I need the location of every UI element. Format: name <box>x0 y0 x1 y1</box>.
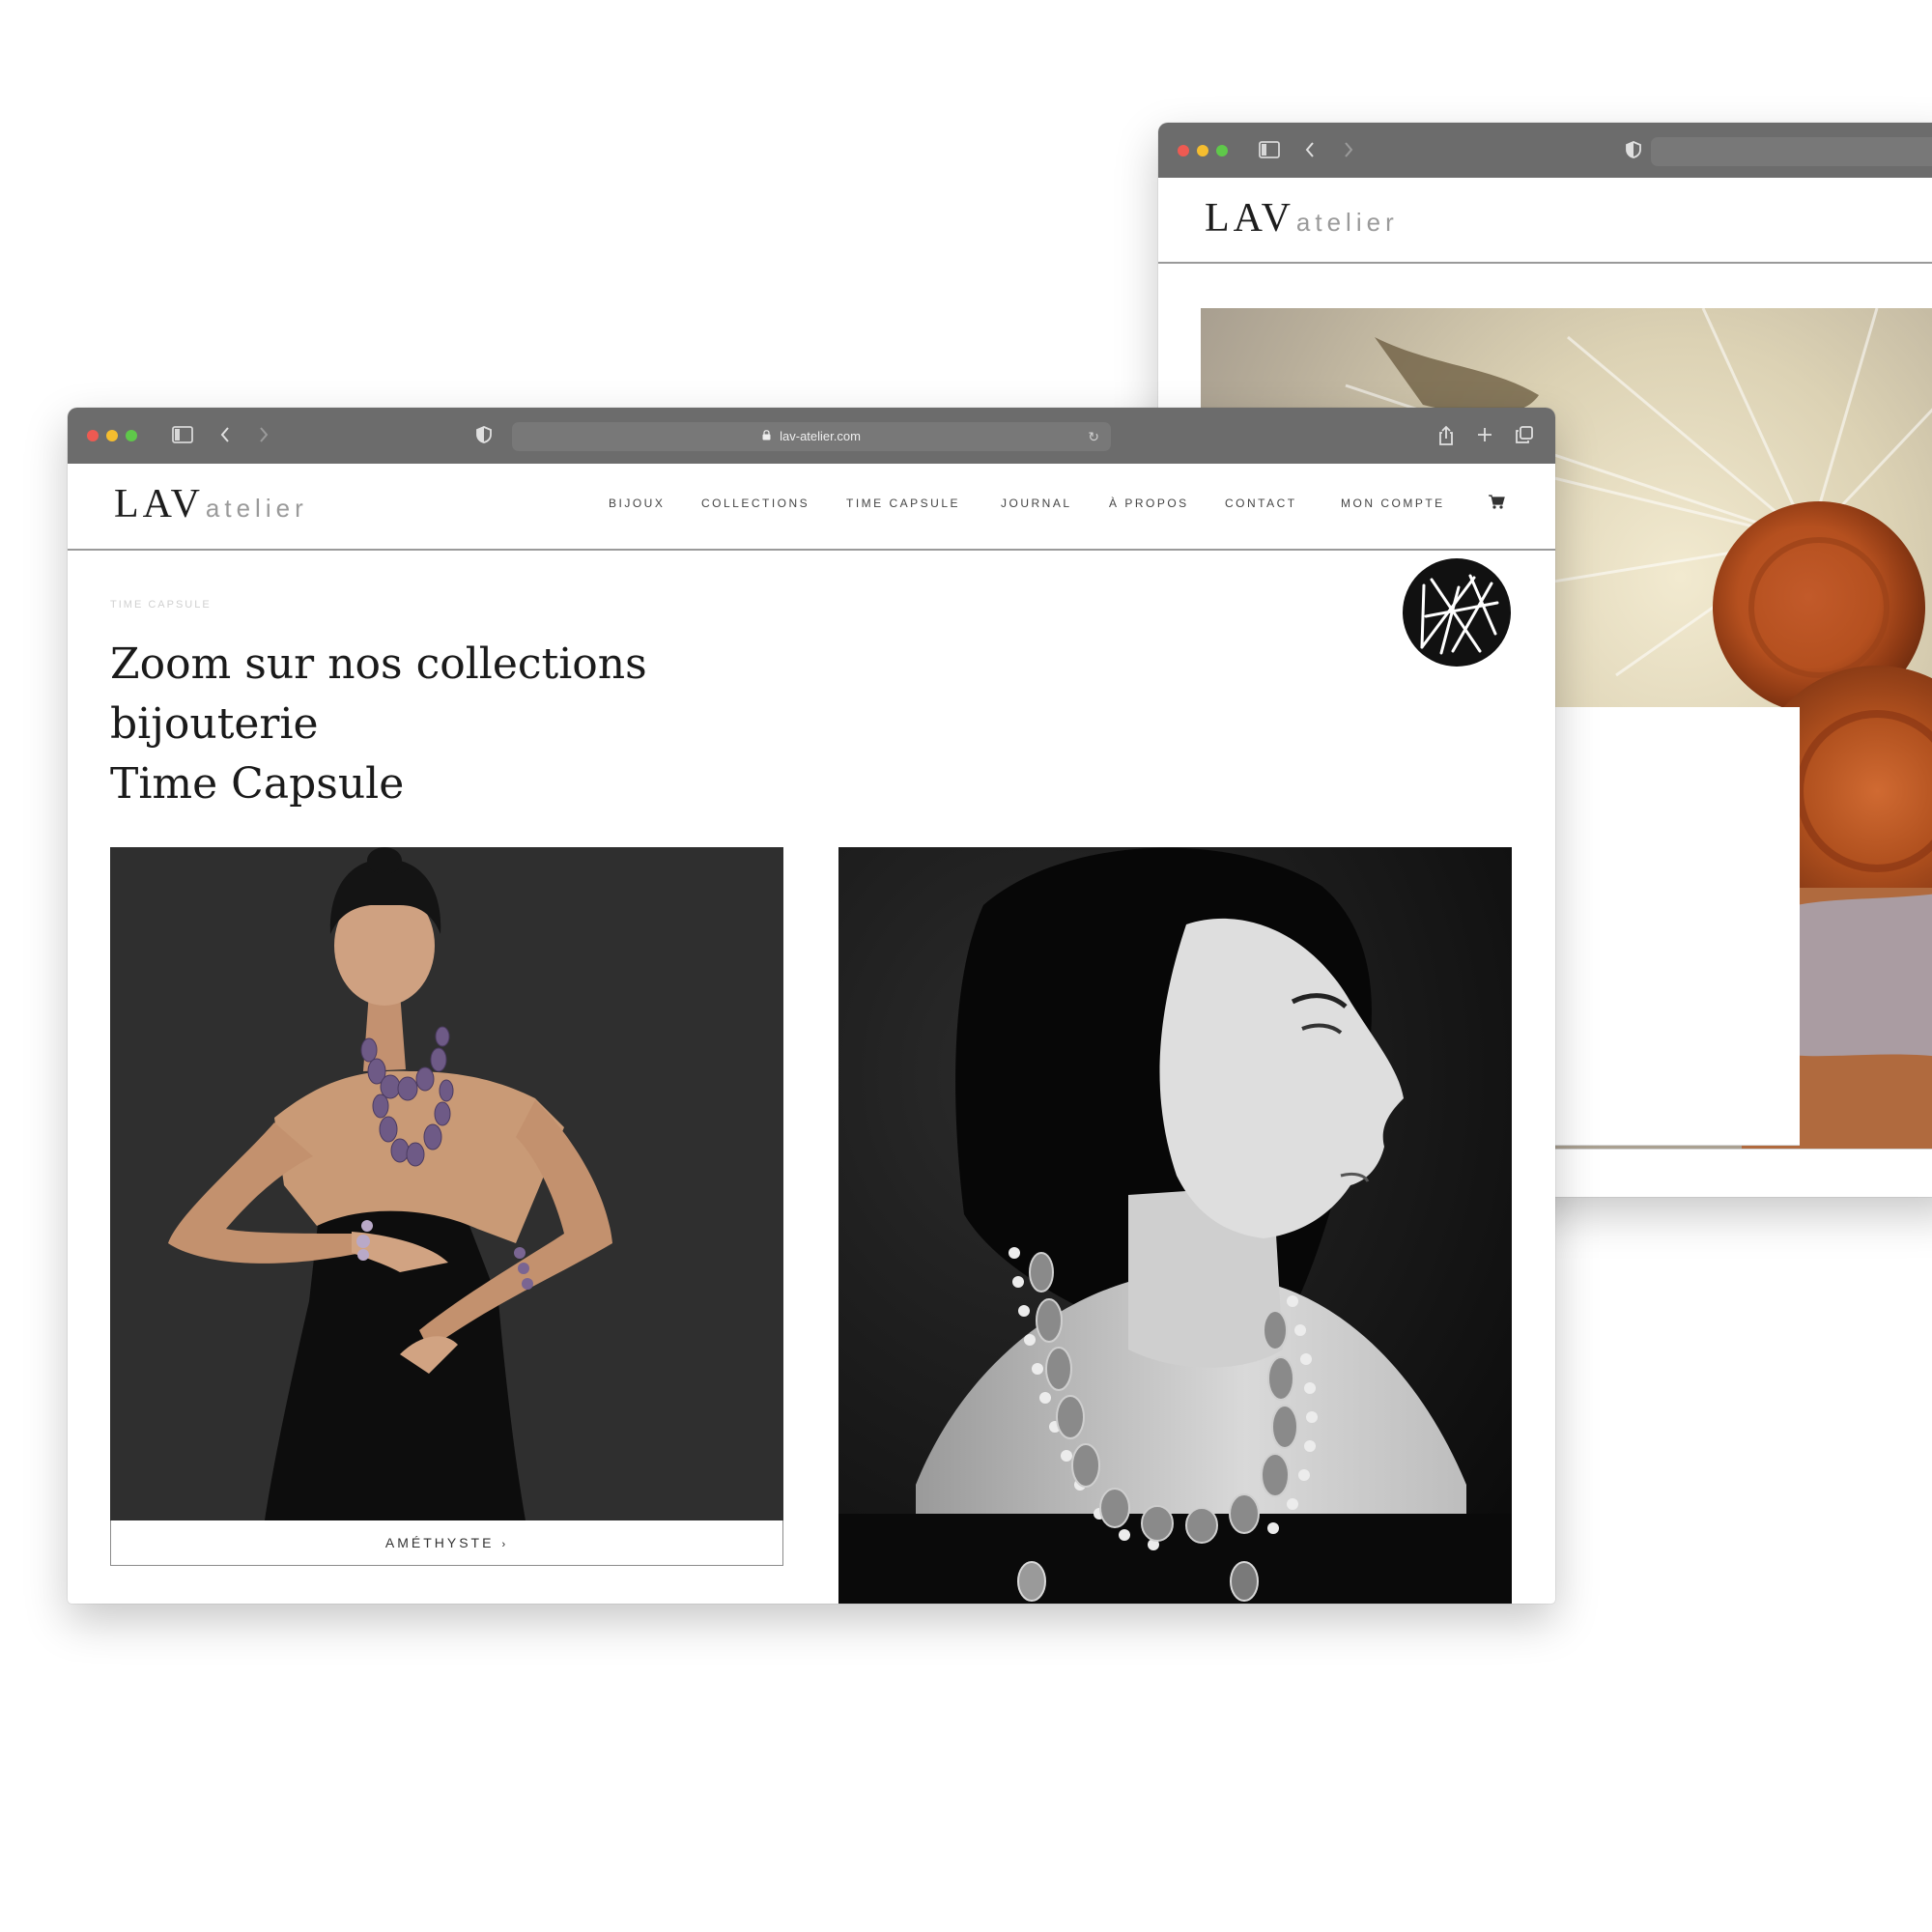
nav-item-mon-compte[interactable]: MON COMPTE <box>1341 497 1445 510</box>
shield-icon[interactable] <box>475 425 493 449</box>
plus-icon[interactable] <box>1476 425 1493 449</box>
product-card-caption: AMÉTHYSTE <box>384 1535 495 1550</box>
product-card-link[interactable]: AMÉTHYSTE › <box>110 1520 783 1566</box>
title-bar <box>1158 123 1932 178</box>
close-window-button[interactable] <box>87 430 99 441</box>
chevron-right-icon: › <box>501 1539 509 1550</box>
chevron-left-icon[interactable] <box>218 425 232 449</box>
site-header: LAVatelier BIJOUX COLLECTIONS TIME CAPSU… <box>68 464 1555 551</box>
amethyst-product-photo[interactable] <box>110 847 783 1520</box>
page-title-line: Zoom sur nos collections <box>110 639 647 689</box>
logo-lav: LAV <box>1205 196 1294 241</box>
address-bar[interactable] <box>1651 137 1932 166</box>
title-bar: lav-atelier.com ↻ <box>68 408 1555 464</box>
nav-item-journal[interactable]: JOURNAL <box>1001 497 1072 510</box>
reload-icon[interactable]: ↻ <box>1088 422 1099 451</box>
cart-icon[interactable] <box>1488 493 1505 510</box>
page-title-line: bijouterie <box>110 699 319 749</box>
portrait-product-photo[interactable] <box>838 847 1512 1604</box>
close-window-button[interactable] <box>1178 145 1189 156</box>
site-logo[interactable]: LAVatelier <box>114 481 308 527</box>
minimize-window-button[interactable] <box>106 430 118 441</box>
nav-item-bijoux[interactable]: BIJOUX <box>609 497 665 510</box>
breadcrumb[interactable]: TIME CAPSULE <box>110 599 212 611</box>
sidebar-icon[interactable] <box>1259 140 1280 164</box>
logo-lav: LAV <box>114 482 204 526</box>
sidebar-icon[interactable] <box>172 425 193 449</box>
page-title: Zoom sur nos collections bijouterie Time… <box>110 635 647 814</box>
content-panel <box>1554 707 1800 1146</box>
chevron-right-icon[interactable] <box>257 425 270 449</box>
address-bar[interactable]: lav-atelier.com ↻ <box>512 422 1111 451</box>
share-icon[interactable] <box>1437 425 1455 451</box>
nav-item-a-propos[interactable]: À PROPOS <box>1109 497 1189 510</box>
brand-emblem-icon <box>1403 558 1511 667</box>
zoom-window-button[interactable] <box>1216 145 1228 156</box>
minimize-window-button[interactable] <box>1197 145 1208 156</box>
page-title-line: Time Capsule <box>110 759 405 809</box>
lock-icon <box>762 430 774 443</box>
shield-icon[interactable] <box>1625 140 1642 164</box>
chevron-left-icon[interactable] <box>1303 140 1317 164</box>
tabs-icon[interactable] <box>1515 425 1534 449</box>
site-header: LAVatelier <box>1158 178 1932 264</box>
chevron-right-icon[interactable] <box>1342 140 1355 164</box>
logo-atelier: atelier <box>205 494 308 523</box>
nav-item-time-capsule[interactable]: TIME CAPSULE <box>846 497 960 510</box>
url-text: lav-atelier.com <box>780 429 861 443</box>
nav-item-contact[interactable]: CONTACT <box>1225 497 1297 510</box>
browser-window-front[interactable]: lav-atelier.com ↻ LAVatelier BIJOUX COLL… <box>68 408 1555 1604</box>
logo-atelier: atelier <box>1295 208 1399 237</box>
nav-item-collections[interactable]: COLLECTIONS <box>701 497 810 510</box>
zoom-window-button[interactable] <box>126 430 137 441</box>
site-logo[interactable]: LAVatelier <box>1205 195 1399 242</box>
